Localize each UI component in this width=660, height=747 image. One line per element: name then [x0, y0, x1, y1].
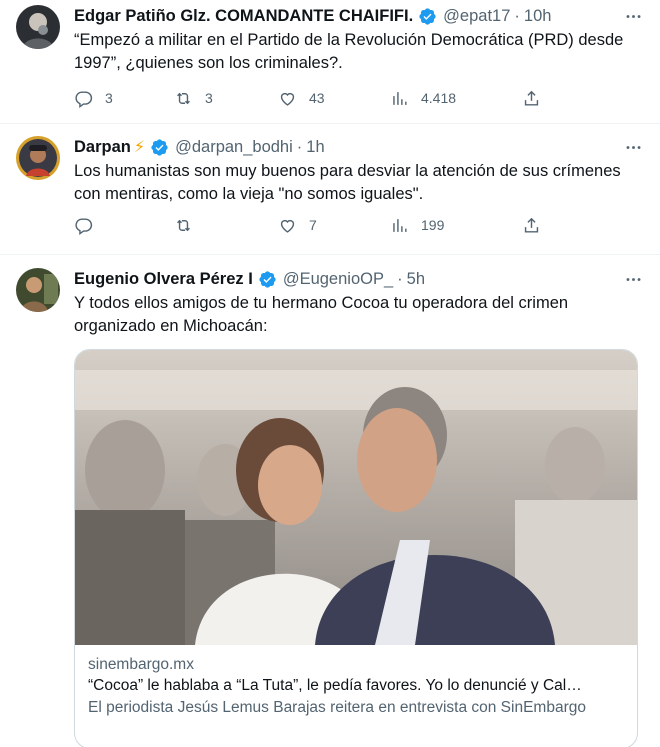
share-button[interactable]	[522, 89, 541, 108]
avatar[interactable]	[16, 136, 60, 180]
views-button[interactable]: 4.418	[390, 89, 456, 108]
display-name[interactable]: Edgar Patiño Glz. COMANDANTE CHAIFIFI.	[74, 7, 413, 26]
verified-badge-icon	[151, 138, 168, 156]
bolt-emoji: ⚡	[133, 139, 146, 156]
timestamp[interactable]: 10h	[524, 7, 552, 26]
share-icon	[524, 217, 539, 233]
tweet[interactable]: Eugenio Olvera Pérez I @EugenioOP_ · 5h …	[0, 255, 660, 747]
retweet-button[interactable]: 3	[174, 89, 213, 108]
more-icon[interactable]	[622, 5, 644, 27]
reply-icon	[75, 217, 93, 235]
reply-icon	[75, 90, 93, 108]
like-icon	[280, 219, 295, 233]
like-button[interactable]: 7	[278, 216, 317, 235]
views-count: 4.418	[421, 90, 457, 106]
retweet-count: 3	[205, 90, 213, 106]
avatar[interactable]	[16, 5, 60, 49]
tweet-actions: 7 199	[74, 214, 644, 236]
link-domain: sinembargo.mx	[88, 656, 194, 673]
reply-button[interactable]: 3	[74, 89, 113, 108]
verified-badge-icon	[259, 270, 276, 288]
tweet-text: “Empezó a militar en el Partido de la Re…	[74, 31, 624, 72]
user-handle[interactable]: @EugenioOP_	[283, 270, 393, 289]
tweet[interactable]: Darpan ⚡ @darpan_bodhi · 1h Los humanist…	[0, 124, 660, 255]
link-title: “Cocoa” le hablaba a “La Tuta”, le pedía…	[88, 677, 582, 694]
user-handle[interactable]: @darpan_bodhi	[175, 138, 293, 157]
tweet-text: Los humanistas son muy buenos para desvi…	[74, 162, 621, 203]
retweet-button[interactable]	[174, 216, 205, 235]
share-icon	[524, 90, 539, 106]
views-button[interactable]: 199	[390, 216, 444, 235]
user-handle[interactable]: @epat17	[443, 7, 510, 26]
retweet-icon	[177, 92, 190, 104]
retweet-icon	[177, 219, 190, 231]
tweet-actions: 3 3 43 4.418	[74, 87, 644, 109]
link-description: El periodista Jesús Lemus Barajas reiter…	[88, 699, 586, 716]
display-name[interactable]: Darpan	[74, 138, 131, 157]
like-count: 7	[309, 217, 317, 233]
like-count: 43	[309, 90, 325, 106]
share-button[interactable]	[522, 216, 541, 235]
timestamp[interactable]: 1h	[306, 138, 324, 157]
tweet-feed: Edgar Patiño Glz. COMANDANTE CHAIFIFI. @…	[0, 0, 660, 747]
like-button[interactable]: 43	[278, 89, 325, 108]
tweet-header: Darpan ⚡ @darpan_bodhi · 1h	[74, 137, 325, 157]
like-icon	[280, 92, 295, 106]
tweet-header: Eugenio Olvera Pérez I @EugenioOP_ · 5h	[74, 269, 426, 289]
timestamp[interactable]: 5h	[407, 270, 425, 289]
tweet-text: Y todos ellos amigos de tu hermano Cocoa…	[74, 294, 569, 335]
verified-badge-icon	[419, 7, 436, 25]
tweet[interactable]: Edgar Patiño Glz. COMANDANTE CHAIFIFI. @…	[0, 0, 660, 124]
link-card-image	[75, 350, 637, 645]
link-card[interactable]: sinembargo.mx “Cocoa” le hablaba a “La T…	[74, 349, 638, 747]
tweet-header: Edgar Patiño Glz. COMANDANTE CHAIFIFI. @…	[74, 6, 552, 26]
avatar[interactable]	[16, 268, 60, 312]
more-icon[interactable]	[622, 268, 644, 290]
reply-count: 3	[105, 90, 113, 106]
views-icon	[393, 91, 407, 105]
display-name[interactable]: Eugenio Olvera Pérez I	[74, 270, 253, 289]
more-icon[interactable]	[622, 136, 644, 158]
views-count: 199	[421, 217, 445, 233]
reply-button[interactable]	[74, 216, 105, 235]
views-icon	[393, 218, 407, 232]
